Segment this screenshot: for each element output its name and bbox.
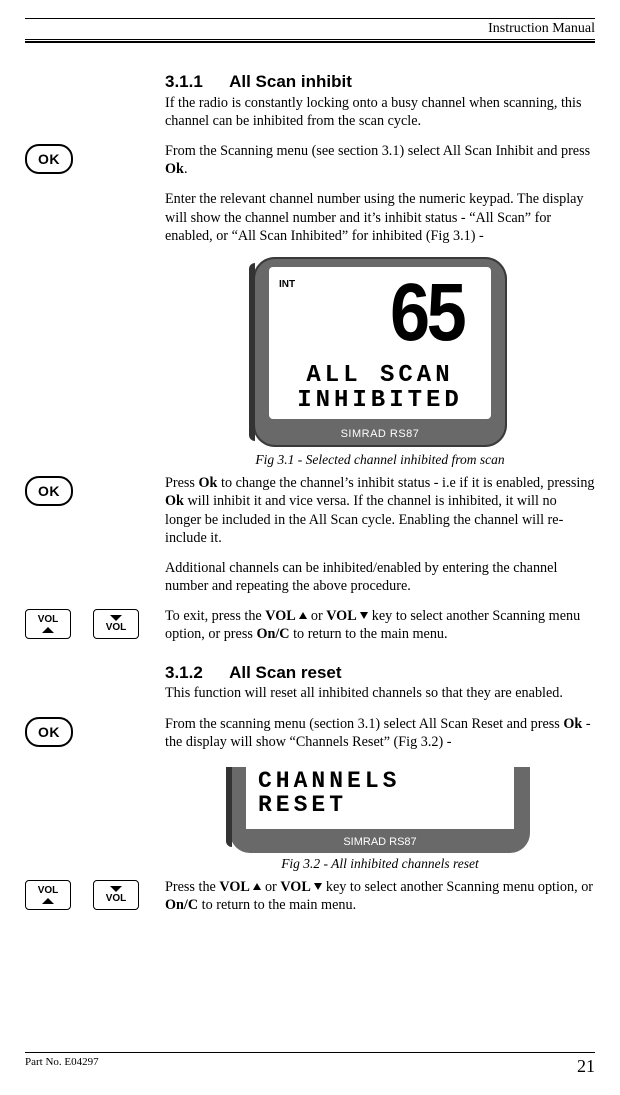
paragraph: Additional channels can be inhibited/ena… [165,559,595,595]
text: key to select another Scanning menu opti… [322,879,593,895]
ok-button-icon: OK [25,476,73,506]
vol-down-button-icon: VOL [93,609,139,639]
ok-label-bold: Ok [563,716,582,732]
text: Press [165,475,199,491]
vol-up-button-icon: VOL [25,609,71,639]
lcd-brand-label: SIMRAD RS87 [253,427,507,441]
figure-3-1: INT 65 ALL SCAN INHIBITED SIMRAD RS87 [253,257,507,447]
lcd-status-text: CHANNELS RESET [258,769,400,817]
text: Press the [165,879,219,895]
text: to change the channel’s inhibit status -… [217,475,594,491]
text: To exit, press the [165,608,265,624]
section-title: All Scan inhibit [229,72,352,91]
part-number: Part No. E04297 [25,1056,99,1077]
section-heading-3-1-1: 3.1.1 All Scan inhibit [165,71,595,93]
vol-label: VOL [106,894,127,904]
paragraph: This function will reset all inhibited c… [165,684,595,702]
vol-label-bold: VOL [219,879,249,895]
text: or [307,608,326,624]
vol-down-button-icon: VOL [93,880,139,910]
lcd-int-label: INT [279,279,295,292]
page-number: 21 [577,1056,595,1077]
vol-label: VOL [38,615,59,625]
paragraph: Enter the relevant channel number using … [165,190,595,245]
text: . [184,161,188,177]
onc-label-bold: On/C [256,626,289,642]
figure-caption: Fig 3.1 - Selected channel inhibited fro… [165,451,595,468]
lcd-brand-label: SIMRAD RS87 [230,835,530,849]
text: to return to the main menu. [198,897,356,913]
text: or [261,879,280,895]
vol-label-bold: VOL [280,879,310,895]
running-header: Instruction Manual [25,18,595,40]
paragraph: From the scanning menu (section 3.1) sel… [165,715,595,751]
ok-button-icon: OK [25,144,73,174]
text: From the scanning menu (section 3.1) sel… [165,716,563,732]
vol-label-bold: VOL [265,608,295,624]
section-title: All Scan reset [229,663,341,682]
vol-label: VOL [38,886,59,896]
page-footer: Part No. E04297 21 [25,1052,595,1077]
figure-3-2: CHANNELS RESET SIMRAD RS87 [230,767,530,853]
ok-button-icon: OK [25,717,73,747]
onc-label-bold: On/C [165,897,198,913]
paragraph: From the Scanning menu (see section 3.1)… [165,142,595,178]
paragraph: If the radio is constantly locking onto … [165,94,595,130]
text: will inhibit it and vice versa. If the c… [165,493,563,545]
header-rule [25,41,595,43]
lcd-status-text: ALL SCAN INHIBITED [269,363,491,413]
figure-caption: Fig 3.2 - All inhibited channels reset [165,855,595,872]
lcd-channel-number: 65 [390,261,463,366]
paragraph: To exit, press the VOL or VOL key to sel… [165,607,595,643]
vol-label: VOL [106,623,127,633]
paragraph: Press the VOL or VOL key to select anoth… [165,878,595,914]
section-number: 3.1.2 [165,662,225,684]
vol-up-button-icon: VOL [25,880,71,910]
ok-label-bold: Ok [165,493,184,509]
ok-label-bold: Ok [199,475,218,491]
paragraph: Press Ok to change the channel’s inhibit… [165,474,595,547]
vol-label-bold: VOL [326,608,356,624]
text: From the Scanning menu (see section 3.1)… [165,143,590,159]
text: to return to the main menu. [290,626,448,642]
ok-label-bold: Ok [165,161,184,177]
section-number: 3.1.1 [165,71,225,93]
section-heading-3-1-2: 3.1.2 All Scan reset [165,662,595,684]
